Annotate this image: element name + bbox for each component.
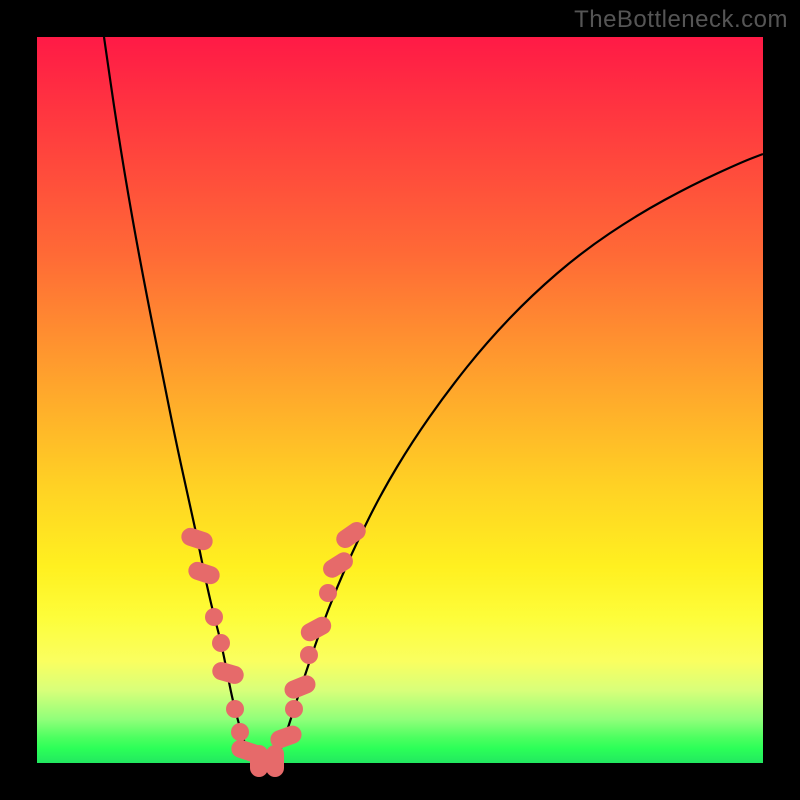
data-marker [212,634,230,652]
data-marker [231,723,249,741]
chart-frame: TheBottleneck.com [0,0,800,800]
data-marker [300,646,318,664]
data-marker [205,608,223,626]
marker-group [179,518,369,777]
curve-right-branch [277,154,763,759]
data-marker [333,518,370,551]
data-marker [319,584,337,602]
data-marker [282,673,318,702]
curve-left-branch [104,37,252,759]
data-marker [179,525,215,552]
watermark-label: TheBottleneck.com [574,6,788,34]
plot-area [37,37,763,763]
data-marker [285,700,303,718]
data-marker [250,745,268,777]
data-marker [210,660,246,686]
data-marker [186,559,222,586]
data-marker [266,745,284,777]
curve-layer [37,37,763,763]
data-marker [226,700,244,718]
